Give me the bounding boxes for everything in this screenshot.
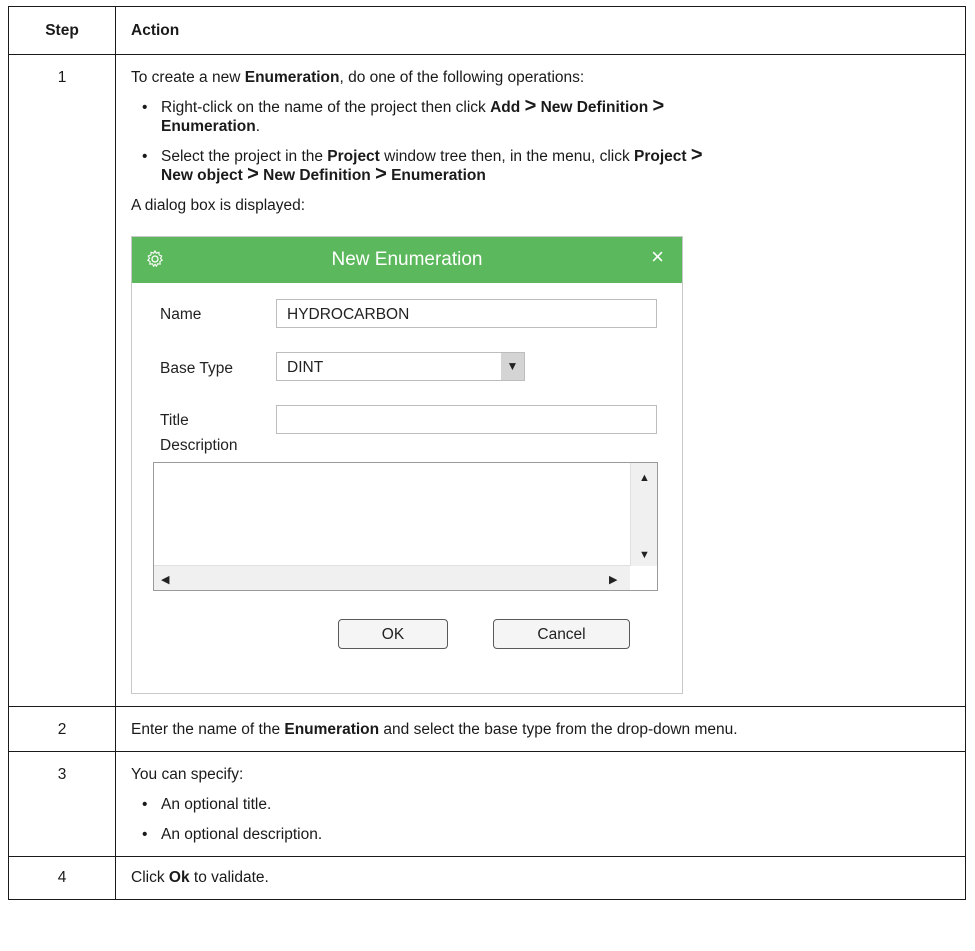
- description-textarea[interactable]: ▲ ▼ ◀ ▶: [153, 462, 658, 591]
- list-item: • Select the project in the Project wind…: [131, 144, 950, 185]
- table-row: 2 Enter the name of the Enumeration and …: [8, 706, 966, 752]
- bullet-icon: •: [142, 826, 148, 843]
- name-label: Name: [160, 306, 202, 323]
- vertical-scrollbar[interactable]: ▲ ▼: [630, 463, 657, 566]
- dialog-title-bar: New Enumeration ×: [132, 237, 682, 283]
- list-item: • Right-click on the name of the project…: [131, 95, 950, 136]
- text: window tree then, in the menu, click: [379, 148, 635, 165]
- new-enumeration-dialog: New Enumeration × Name HYDROCARBON Base …: [131, 236, 683, 694]
- table-row: 4 Click Ok to validate.: [8, 856, 966, 900]
- scroll-right-icon[interactable]: ▶: [609, 571, 617, 590]
- list-item: • An optional title.: [131, 795, 950, 814]
- text: , do one of the following operations:: [339, 69, 585, 86]
- name-field[interactable]: HYDROCARBON: [276, 299, 657, 328]
- header-action: Action: [115, 6, 966, 55]
- base-type-label: Base Type: [160, 360, 233, 377]
- action-cell: Click Ok to validate.: [115, 856, 966, 900]
- header-step: Step: [8, 6, 116, 55]
- chevron-right-icon: >: [690, 144, 703, 166]
- chevron-right-icon: >: [247, 163, 259, 185]
- text: An optional title.: [161, 796, 272, 813]
- text: Select the project in the: [161, 148, 328, 165]
- dialog-title: New Enumeration: [331, 249, 483, 270]
- list-item: • An optional description.: [131, 825, 950, 844]
- text: Click: [131, 869, 169, 886]
- scroll-up-icon[interactable]: ▲: [639, 469, 650, 488]
- description-label: Description: [160, 437, 238, 454]
- dropdown-arrow-icon[interactable]: ▼: [501, 353, 524, 380]
- chevron-right-icon: >: [375, 163, 387, 185]
- table-row: 1 To create a new Enumeration, do one of…: [8, 54, 966, 707]
- scroll-down-icon[interactable]: ▼: [639, 546, 650, 565]
- action-cell: You can specify: • An optional title. • An…: [115, 751, 966, 857]
- text-bold: Ok: [168, 869, 190, 886]
- text: to validate.: [189, 869, 269, 886]
- text: An optional description.: [161, 826, 323, 843]
- bullet-icon: •: [142, 148, 148, 165]
- text: .: [255, 118, 261, 135]
- step-intro: To create a new Enumeration, do one of t…: [131, 68, 950, 87]
- text: Enter the name of the: [131, 721, 285, 738]
- menu-path-new-definition: New Definition: [263, 167, 371, 184]
- menu-path-new-object: New object: [161, 167, 243, 184]
- text: and select the base type from the drop-d…: [379, 721, 738, 738]
- cancel-button[interactable]: Cancel: [493, 619, 630, 649]
- scroll-left-icon[interactable]: ◀: [161, 571, 169, 590]
- base-type-select[interactable]: DINT ▼: [276, 352, 525, 381]
- text-bold: Enumeration: [244, 69, 340, 86]
- bullet-icon: •: [142, 99, 148, 116]
- text: Right-click on the name of the project t…: [161, 99, 491, 116]
- menu-path-add: Add: [490, 99, 521, 116]
- step-number: 2: [8, 706, 116, 752]
- step-number: 3: [8, 751, 116, 857]
- bullet-icon: •: [142, 796, 148, 813]
- action-cell: To create a new Enumeration, do one of t…: [115, 54, 966, 707]
- ok-button[interactable]: OK: [338, 619, 448, 649]
- horizontal-scrollbar[interactable]: ◀ ▶: [154, 565, 630, 590]
- menu-path-enumeration: Enumeration: [161, 118, 256, 135]
- base-type-value: DINT: [287, 359, 324, 376]
- menu-path-project: Project: [634, 148, 687, 165]
- header-row: Step Action: [8, 6, 966, 55]
- menu-path-new-definition: New Definition: [540, 99, 649, 116]
- close-icon[interactable]: ×: [651, 246, 664, 268]
- dialog-note: A dialog box is displayed:: [131, 197, 306, 214]
- step-number: 4: [8, 856, 116, 900]
- text-bold: Project: [327, 148, 380, 165]
- text: To create a new: [131, 69, 245, 86]
- title-label: Title: [160, 412, 189, 429]
- step-number: 1: [8, 54, 116, 707]
- menu-path-enumeration: Enumeration: [391, 167, 486, 184]
- title-field[interactable]: [276, 405, 657, 434]
- chevron-right-icon: >: [524, 95, 537, 117]
- chevron-right-icon: >: [652, 95, 665, 117]
- table-row: 3 You can specify: • An optional title. •…: [8, 751, 966, 857]
- action-cell: Enter the name of the Enumeration and se…: [115, 706, 966, 752]
- steps-table: Step Action 1 To create a new Enumeratio…: [8, 6, 966, 900]
- step-intro: You can specify:: [131, 766, 244, 783]
- text-bold: Enumeration: [284, 721, 380, 738]
